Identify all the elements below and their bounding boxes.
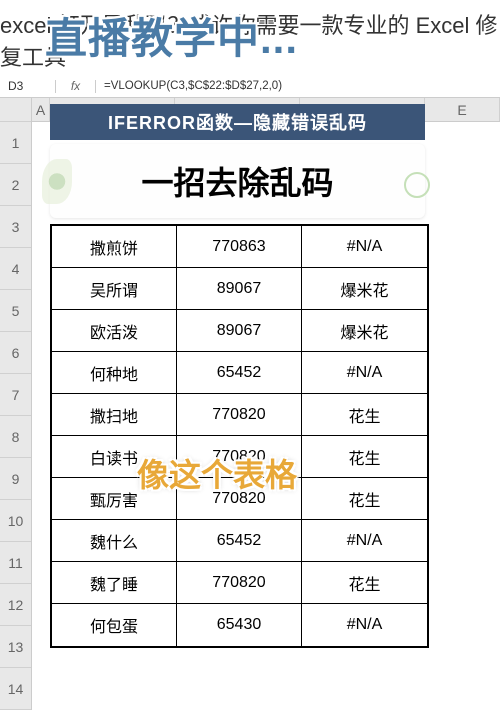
excel-window: 剪贴板 插入方法 D3 fx =VLOOKUP(C3,$C$22:$D$27,2… [0, 60, 500, 667]
row-header[interactable]: 9 [0, 458, 31, 500]
table-row: 魏了睡770820花生 [52, 562, 427, 604]
cell[interactable]: 欧活泼 [52, 310, 177, 352]
cell[interactable]: 爆米花 [302, 310, 427, 352]
cell[interactable]: 撒扫地 [52, 394, 177, 436]
cell[interactable]: 65452 [177, 520, 302, 562]
table-row: 吴所谓89067爆米花 [52, 268, 427, 310]
cell[interactable]: 770820 [177, 562, 302, 604]
title-banner: IFERROR函数—隐藏错误乱码 [50, 104, 425, 140]
row-header[interactable]: 2 [0, 164, 31, 206]
cell[interactable]: #N/A [302, 226, 427, 268]
cell[interactable]: 花生 [302, 562, 427, 604]
content-area: A B C D E IFERROR函数—隐藏错误乱码 一招去除乱码 撒煎饼770… [32, 98, 500, 710]
cell[interactable]: 吴所谓 [52, 268, 177, 310]
spreadsheet: 1 2 3 4 5 6 7 8 9 10 11 12 13 14 A B C D… [0, 98, 500, 710]
cell[interactable]: 花生 [302, 478, 427, 520]
table-row: 欧活泼89067爆米花 [52, 310, 427, 352]
highlight-overlay: 像这个表格 [137, 450, 297, 496]
row-headers: 1 2 3 4 5 6 7 8 9 10 11 12 13 14 [0, 98, 32, 710]
cell-reference[interactable]: D3 [0, 79, 56, 93]
table-row: 何种地65452#N/A [52, 352, 427, 394]
table-row: 撒煎饼770863#N/A [52, 226, 427, 268]
cell[interactable]: 770863 [177, 226, 302, 268]
row-header[interactable]: 14 [0, 668, 31, 710]
cell[interactable]: 撒煎饼 [52, 226, 177, 268]
row-header[interactable]: 12 [0, 584, 31, 626]
cell[interactable]: #N/A [302, 520, 427, 562]
cell[interactable]: 770820 [177, 394, 302, 436]
fx-icon[interactable]: fx [56, 79, 96, 93]
cell[interactable]: #N/A [302, 352, 427, 394]
row-header[interactable]: 10 [0, 500, 31, 542]
cell[interactable]: 何种地 [52, 352, 177, 394]
cell[interactable]: 何包蛋 [52, 604, 177, 646]
cell[interactable]: #N/A [302, 604, 427, 646]
data-table: 撒煎饼770863#N/A 吴所谓89067爆米花 欧活泼89067爆米花 何种… [50, 224, 429, 648]
table-row: 何包蛋65430#N/A [52, 604, 427, 646]
table-row: 撒扫地770820花生 [52, 394, 427, 436]
cell[interactable]: 65452 [177, 352, 302, 394]
row-header[interactable]: 3 [0, 206, 31, 248]
row-header[interactable]: 7 [0, 374, 31, 416]
tip-card: 一招去除乱码 [50, 144, 425, 218]
row-header[interactable]: 1 [0, 122, 31, 164]
row-header[interactable]: 13 [0, 626, 31, 668]
overlay-live-title: 直播教学中... [45, 5, 298, 66]
table-row: 魏什么65452#N/A [52, 520, 427, 562]
cell[interactable]: 爆米花 [302, 268, 427, 310]
row-header[interactable]: 8 [0, 416, 31, 458]
col-header[interactable]: A [32, 98, 50, 121]
cell[interactable]: 89067 [177, 310, 302, 352]
row-header[interactable]: 5 [0, 290, 31, 332]
row-header[interactable]: 4 [0, 248, 31, 290]
cell[interactable]: 89067 [177, 268, 302, 310]
row-header[interactable]: 11 [0, 542, 31, 584]
row-header[interactable]: 6 [0, 332, 31, 374]
cell[interactable]: 魏什么 [52, 520, 177, 562]
cell[interactable]: 65430 [177, 604, 302, 646]
formula-input[interactable]: =VLOOKUP(C3,$C$22:$D$27,2,0) [96, 80, 500, 92]
tip-text: 一招去除乱码 [141, 158, 333, 204]
corner-cell[interactable] [0, 98, 31, 122]
cell[interactable]: 花生 [302, 394, 427, 436]
col-header[interactable]: E [425, 98, 500, 121]
cell[interactable]: 花生 [302, 436, 427, 478]
cell[interactable]: 魏了睡 [52, 562, 177, 604]
